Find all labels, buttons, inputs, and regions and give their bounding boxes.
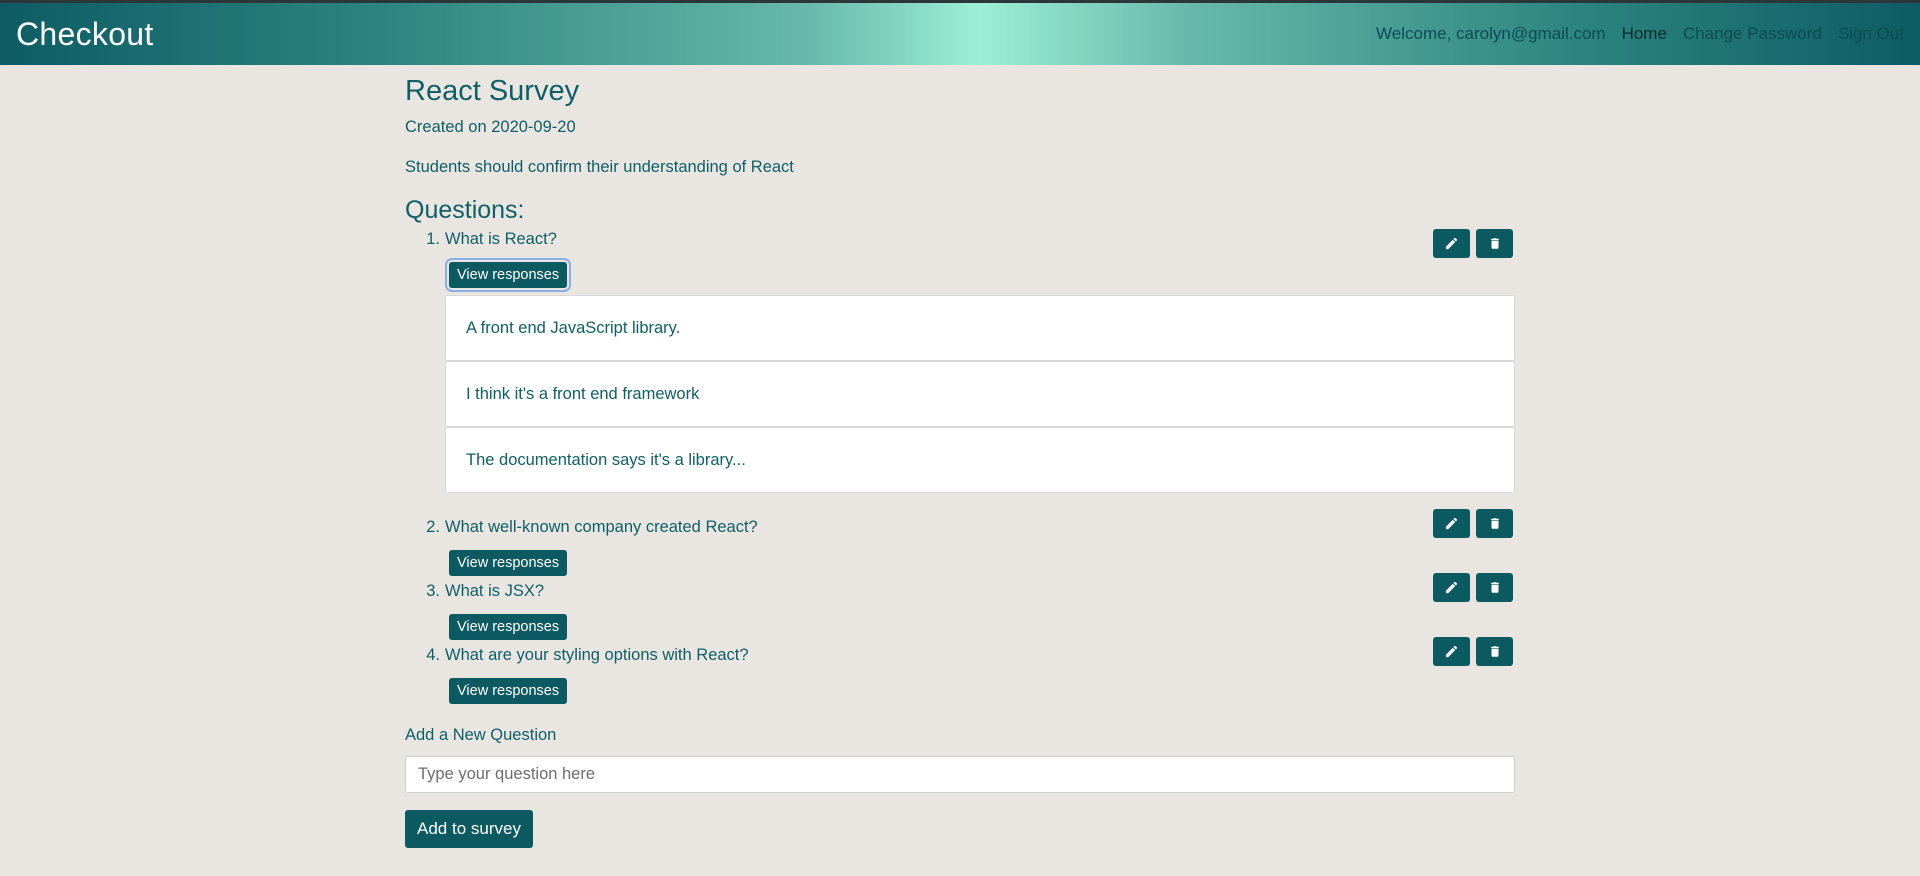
responses-list: A front end JavaScript library. I think … <box>445 295 1515 493</box>
trash-icon <box>1490 646 1499 657</box>
survey-description: Students should confirm their understand… <box>405 158 794 176</box>
edit-question-button[interactable] <box>1433 573 1470 602</box>
add-to-survey-button[interactable]: Add to survey <box>405 810 533 848</box>
page-title: React Survey <box>405 75 580 107</box>
delete-question-button[interactable] <box>1476 229 1513 258</box>
question-item: 3. What is JSX? View responses <box>405 573 1515 640</box>
question-text: What are your styling options with React… <box>445 646 749 664</box>
question-number: 4. <box>426 646 440 664</box>
question-number: 1. <box>426 230 440 248</box>
welcome-text: Welcome, carolyn@gmail.com <box>1376 24 1606 43</box>
delete-question-button[interactable] <box>1476 637 1513 666</box>
edit-question-button[interactable] <box>1433 229 1470 258</box>
question-text: What is React? <box>445 230 557 248</box>
brand-logo[interactable]: Checkout <box>16 16 154 53</box>
question-number: 2. <box>426 518 440 536</box>
question-actions <box>1433 229 1513 258</box>
question-item: 2. What well-known company created React… <box>405 509 1515 576</box>
questions-heading: Questions: <box>405 196 525 224</box>
nav-change-password-link[interactable]: Change Password <box>1683 24 1822 44</box>
question-text: What is JSX? <box>445 582 545 600</box>
response-item: I think it's a front end framework <box>445 361 1515 427</box>
response-item: The documentation says it's a library... <box>445 427 1515 493</box>
question-item: 4. What are your styling options with Re… <box>405 637 1515 704</box>
add-question-label: Add a New Question <box>405 726 557 744</box>
question-text: What well-known company created React? <box>445 518 758 536</box>
created-date: Created on 2020-09-20 <box>405 118 576 136</box>
question-actions <box>1433 573 1513 602</box>
navbar: Checkout Welcome, carolyn@gmail.com Home… <box>0 0 1920 65</box>
view-responses-button[interactable]: View responses <box>449 678 568 704</box>
view-responses-button[interactable]: View responses <box>449 550 568 576</box>
pencil-icon <box>1445 517 1458 530</box>
trash-icon <box>1490 518 1499 529</box>
nav-home-link[interactable]: Home <box>1622 24 1667 44</box>
edit-question-button[interactable] <box>1433 509 1470 538</box>
response-item: A front end JavaScript library. <box>445 295 1515 361</box>
delete-question-button[interactable] <box>1476 509 1513 538</box>
nav-links: Welcome, carolyn@gmail.com Home Change P… <box>1376 24 1904 44</box>
pencil-icon <box>1445 237 1458 250</box>
view-responses-button[interactable]: View responses <box>449 262 568 288</box>
edit-question-button[interactable] <box>1433 637 1470 666</box>
delete-question-button[interactable] <box>1476 573 1513 602</box>
pencil-icon <box>1445 645 1458 658</box>
question-actions <box>1433 509 1513 538</box>
nav-sign-out-link[interactable]: Sign Out <box>1838 24 1904 44</box>
main-content: React Survey Created on 2020-09-20 Stude… <box>405 65 1515 848</box>
new-question-input[interactable] <box>405 756 1515 793</box>
question-item: 1. What is React? View responses A front… <box>405 229 1515 493</box>
trash-icon <box>1490 582 1499 593</box>
view-responses-button[interactable]: View responses <box>449 614 568 640</box>
trash-icon <box>1490 238 1499 249</box>
question-actions <box>1433 637 1513 666</box>
question-list: 1. What is React? View responses A front… <box>405 229 1515 704</box>
question-number: 3. <box>426 582 440 600</box>
pencil-icon <box>1445 581 1458 594</box>
